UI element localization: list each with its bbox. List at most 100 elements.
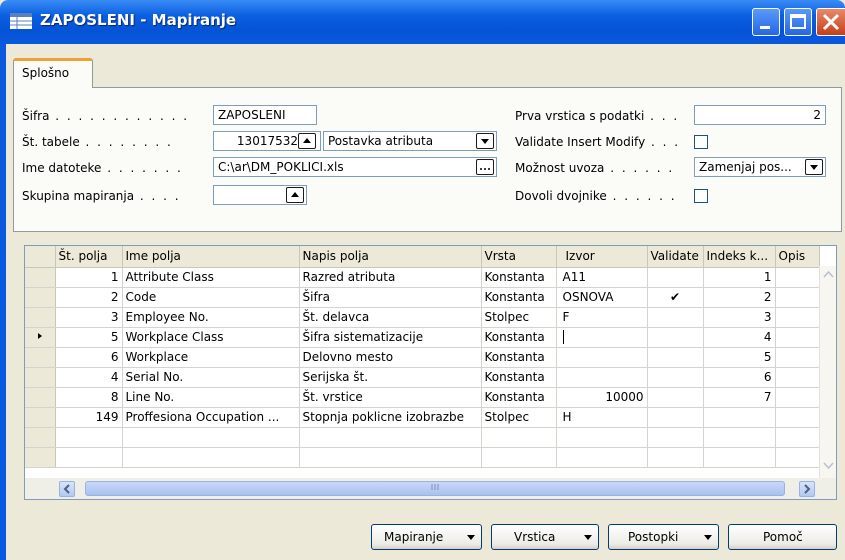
- table-row[interactable]: 5 Workplace Class Šifra sistematizacije Kon…: [25, 327, 820, 348]
- mapiranje-button[interactable]: Mapiranje: [371, 524, 482, 550]
- cell-indeks[interactable]: 7: [703, 387, 776, 408]
- cell-validate[interactable]: [647, 327, 704, 348]
- title-bar[interactable]: ZAPOSLENI - Mapiranje: [0, 0, 845, 44]
- cell-vrsta[interactable]: Stolpec: [481, 307, 557, 328]
- cell-izvor[interactable]: H: [556, 407, 648, 428]
- cell-izvor[interactable]: OSNOVA: [556, 287, 648, 308]
- cell-validate[interactable]: [647, 267, 704, 288]
- cell-st-polja[interactable]: 5: [55, 327, 123, 348]
- empty-cell[interactable]: [299, 427, 482, 448]
- cell-validate[interactable]: [647, 307, 704, 328]
- header-indeks[interactable]: Indeks k...: [703, 246, 776, 268]
- pomoc-button[interactable]: Pomoč: [728, 524, 837, 550]
- cell-opis[interactable]: [775, 367, 820, 388]
- cell-izvor[interactable]: A11: [556, 267, 648, 288]
- empty-cell[interactable]: [647, 427, 704, 448]
- cell-indeks[interactable]: 1: [703, 267, 776, 288]
- row-selector[interactable]: [25, 387, 56, 408]
- cell-opis[interactable]: [775, 347, 820, 368]
- cell-opis[interactable]: [775, 407, 820, 428]
- cell-validate[interactable]: [647, 367, 704, 388]
- empty-cell[interactable]: [647, 447, 704, 468]
- header-ime-polja[interactable]: Ime polja: [122, 246, 300, 268]
- browse-file-button[interactable]: [476, 159, 494, 175]
- cell-opis[interactable]: [775, 267, 820, 288]
- empty-cell[interactable]: [55, 447, 123, 468]
- cell-napis-polja[interactable]: Razred atributa: [299, 267, 482, 288]
- cell-napis-polja[interactable]: Šifra sistematizacije: [299, 327, 482, 348]
- cell-vrsta[interactable]: Konstanta: [481, 287, 557, 308]
- postavka-dropdown-button[interactable]: [476, 133, 494, 149]
- skupina-lookup-button[interactable]: [286, 187, 304, 203]
- table-row[interactable]: 1 Attribute Class Razred atributa Konstanta…: [25, 267, 820, 288]
- row-selector[interactable]: [25, 267, 56, 288]
- cell-napis-polja[interactable]: Šifra: [299, 287, 482, 308]
- cell-indeks[interactable]: 5: [703, 347, 776, 368]
- cell-indeks[interactable]: 3: [703, 307, 776, 328]
- sifra-field[interactable]: ZAPOSLENI: [213, 105, 317, 125]
- cell-napis-polja[interactable]: Serijska št.: [299, 367, 482, 388]
- empty-cell[interactable]: [55, 427, 123, 448]
- cell-st-polja[interactable]: 2: [55, 287, 123, 308]
- cell-vrsta[interactable]: Konstanta: [481, 387, 557, 408]
- cell-st-polja[interactable]: 8: [55, 387, 123, 408]
- cell-validate[interactable]: [647, 347, 704, 368]
- cell-ime-polja[interactable]: Workplace Class: [122, 327, 300, 348]
- cell-st-polja[interactable]: 6: [55, 347, 123, 368]
- dovoli-checkbox[interactable]: [694, 189, 708, 203]
- ime-datoteke-field[interactable]: C:\ar\DM_POKLICI.xls: [213, 157, 497, 177]
- empty-cell[interactable]: [122, 427, 300, 448]
- cell-napis-polja[interactable]: Št. delavca: [299, 307, 482, 328]
- cell-ime-polja[interactable]: Serial No.: [122, 367, 300, 388]
- cell-vrsta[interactable]: Konstanta: [481, 347, 557, 368]
- cell-ime-polja[interactable]: Employee No.: [122, 307, 300, 328]
- cell-ime-polja[interactable]: Attribute Class: [122, 267, 300, 288]
- cell-opis[interactable]: [775, 327, 820, 348]
- table-row-empty[interactable]: [25, 427, 820, 448]
- row-selector[interactable]: [25, 347, 56, 368]
- row-selector[interactable]: [25, 447, 56, 468]
- row-selector[interactable]: [25, 307, 56, 328]
- empty-cell[interactable]: [775, 427, 820, 448]
- close-button[interactable]: [816, 8, 845, 36]
- row-selector[interactable]: [25, 427, 56, 448]
- empty-cell[interactable]: [122, 447, 300, 468]
- maximize-button[interactable]: [784, 8, 812, 36]
- cell-izvor[interactable]: [556, 367, 648, 388]
- cell-st-polja[interactable]: 3: [55, 307, 123, 328]
- cell-st-polja[interactable]: 4: [55, 367, 123, 388]
- cell-napis-polja[interactable]: Stopnja poklicne izobrazbe: [299, 407, 482, 428]
- cell-opis[interactable]: [775, 287, 820, 308]
- cell-vrsta[interactable]: Konstanta: [481, 367, 557, 388]
- cell-indeks[interactable]: [703, 407, 776, 428]
- cell-ime-polja[interactable]: Code: [122, 287, 300, 308]
- prva-vrstica-field[interactable]: 2: [694, 105, 826, 125]
- header-napis-polja[interactable]: Napis polja: [299, 246, 482, 268]
- header-vrsta[interactable]: Vrsta: [481, 246, 557, 268]
- minimize-button[interactable]: [752, 8, 780, 36]
- cell-vrsta[interactable]: Stolpec: [481, 407, 557, 428]
- cell-validate[interactable]: [647, 407, 704, 428]
- postavka-field[interactable]: Postavka atributa: [323, 131, 497, 151]
- cell-validate[interactable]: ✔: [647, 287, 704, 308]
- empty-cell[interactable]: [556, 427, 648, 448]
- cell-validate[interactable]: [647, 387, 704, 408]
- table-row[interactable]: 2 Code Šifra Konstanta OSNOVA ✔ 2: [25, 287, 820, 308]
- scroll-right-button[interactable]: [799, 481, 815, 497]
- header-izvor[interactable]: Izvor: [556, 246, 648, 268]
- cell-izvor[interactable]: F: [556, 307, 648, 328]
- scroll-down-icon[interactable]: [823, 462, 834, 470]
- empty-cell[interactable]: [481, 447, 557, 468]
- cell-ime-polja[interactable]: Proffesiona Occupation ...: [122, 407, 300, 428]
- empty-cell[interactable]: [703, 447, 776, 468]
- cell-izvor[interactable]: 10000: [556, 387, 648, 408]
- table-row-empty[interactable]: [25, 447, 820, 468]
- postopki-button[interactable]: Postopki: [608, 524, 719, 550]
- cell-ime-polja[interactable]: Workplace: [122, 347, 300, 368]
- cell-izvor[interactable]: [556, 347, 648, 368]
- cell-napis-polja[interactable]: Št. vrstice: [299, 387, 482, 408]
- cell-indeks[interactable]: 6: [703, 367, 776, 388]
- header-st-polja[interactable]: Št. polja: [55, 246, 123, 268]
- row-selector[interactable]: [25, 327, 56, 348]
- cell-izvor[interactable]: [556, 327, 648, 348]
